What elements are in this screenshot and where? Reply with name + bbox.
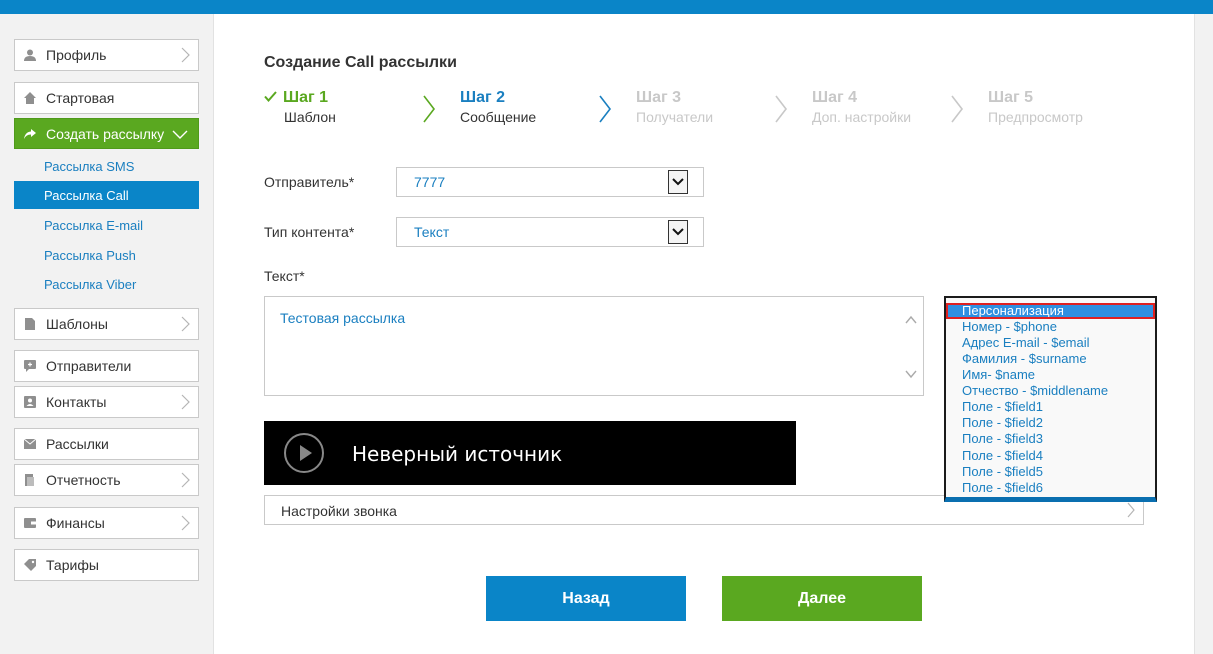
- personalization-option[interactable]: Поле - $field6: [946, 480, 1155, 496]
- document-icon: [23, 317, 37, 331]
- personalization-option[interactable]: Фамилия - $surname: [946, 351, 1155, 367]
- sender-icon: [23, 359, 37, 373]
- personalization-option[interactable]: Поле - $field4: [946, 448, 1155, 464]
- sidebar-item-label: Рассылки: [46, 436, 109, 452]
- sender-select[interactable]: 7777: [396, 167, 704, 197]
- step-subtitle: Предпросмотр: [988, 109, 1083, 125]
- sidebar-item-label: Шаблоны: [46, 316, 108, 332]
- step-arrow-icon: [775, 95, 788, 123]
- step-title: Шаг 2: [460, 89, 505, 106]
- home-icon: [23, 91, 37, 105]
- call-settings-label: Настройки звонка: [281, 503, 397, 519]
- step-arrow-icon: [599, 95, 612, 123]
- content-type-value: Текст: [414, 224, 450, 240]
- text-label: Текст*: [264, 268, 305, 284]
- sidebar-item-finance[interactable]: Финансы: [14, 507, 199, 539]
- step-3: Шаг 3 Получатели: [636, 89, 713, 125]
- chevron-down-icon[interactable]: [668, 220, 688, 244]
- step-title: Шаг 5: [988, 89, 1033, 106]
- sidebar-item-create-mailing[interactable]: Создать рассылку: [14, 118, 199, 149]
- step-1: Шаг 1 Шаблон: [264, 89, 336, 125]
- step-5: Шаг 5 Предпросмотр: [988, 89, 1083, 125]
- chevron-right-icon: [181, 47, 190, 63]
- sidebar-item-label: Отчетность: [46, 472, 121, 488]
- sidebar-item-profile[interactable]: Профиль: [14, 39, 199, 71]
- personalization-option[interactable]: Адрес E-mail - $email: [946, 335, 1155, 351]
- submenu-item-email[interactable]: Рассылка E-mail: [14, 211, 199, 239]
- sidebar-item-mailings[interactable]: Рассылки: [14, 428, 199, 460]
- audio-player: Неверный источник: [264, 421, 796, 485]
- step-subtitle: Доп. настройки: [812, 109, 912, 125]
- chevron-down-icon[interactable]: [668, 170, 688, 194]
- step-subtitle: Получатели: [636, 109, 714, 125]
- sidebar-item-label: Профиль: [46, 47, 107, 63]
- personalization-option[interactable]: Поле - $field5: [946, 464, 1155, 480]
- player-error-text: Неверный источник: [352, 442, 563, 466]
- submenu-item-push[interactable]: Рассылка Push: [14, 241, 199, 269]
- chevron-right-icon: [181, 515, 190, 531]
- report-icon: [23, 473, 37, 487]
- message-text: Тестовая рассылка: [280, 310, 406, 326]
- chevron-right-icon: [181, 472, 190, 488]
- content-type-select[interactable]: Текст: [396, 217, 704, 247]
- sidebar-item-label: Контакты: [46, 394, 107, 410]
- sidebar-item-contacts[interactable]: Контакты: [14, 386, 199, 418]
- personalization-option[interactable]: Номер - $phone: [946, 319, 1155, 335]
- sidebar-item-senders[interactable]: Отправители: [14, 350, 199, 382]
- chevron-right-icon: [181, 394, 190, 410]
- step-title: Шаг 1: [283, 89, 328, 106]
- personalization-option[interactable]: Поле - $field2: [946, 415, 1155, 431]
- step-arrow-icon: [423, 95, 436, 123]
- tag-icon: [23, 558, 37, 572]
- sidebar-item-label: Стартовая: [46, 90, 115, 106]
- back-button[interactable]: Назад: [486, 576, 686, 621]
- sender-label: Отправитель*: [264, 174, 355, 190]
- share-icon: [23, 127, 37, 141]
- sidebar-item-templates[interactable]: Шаблоны: [14, 308, 199, 340]
- step-subtitle: Сообщение: [460, 109, 537, 125]
- sidebar-item-home[interactable]: Стартовая: [14, 82, 199, 114]
- submenu-item-viber[interactable]: Рассылка Viber: [14, 270, 199, 298]
- chevron-down-icon: [172, 130, 188, 139]
- personalization-option[interactable]: Поле - $field1: [946, 399, 1155, 415]
- personalization-option[interactable]: Поле - $field3: [946, 431, 1155, 447]
- personalization-option[interactable]: Имя- $name: [946, 367, 1155, 383]
- sender-value: 7777: [414, 174, 446, 190]
- contacts-icon: [23, 395, 37, 409]
- submenu-create-mailing: Рассылка SMS Рассылка Call Рассылка E-ma…: [14, 151, 199, 302]
- step-2: Шаг 2 Сообщение: [460, 89, 536, 125]
- message-textarea[interactable]: Тестовая рассылка: [264, 296, 924, 396]
- sidebar-item-label: Отправители: [46, 358, 132, 374]
- mail-icon: [23, 437, 37, 451]
- personalization-option[interactable]: Персонализация: [946, 303, 1155, 319]
- user-icon: [23, 48, 37, 62]
- personalization-dropdown[interactable]: Персонализация Номер - $phone Адрес E-ma…: [944, 296, 1157, 502]
- top-bar: [0, 0, 1213, 14]
- chevron-right-icon: [181, 316, 190, 332]
- submenu-item-call[interactable]: Рассылка Call: [14, 181, 199, 209]
- sidebar-item-reports[interactable]: Отчетность: [14, 464, 199, 496]
- play-icon: [300, 445, 312, 461]
- step-title: Шаг 3: [636, 89, 681, 106]
- play-button[interactable]: [284, 433, 324, 473]
- page-title: Создание Call рассылки: [264, 54, 457, 71]
- personalization-option[interactable]: Отчество - $middlename: [946, 383, 1155, 399]
- chevron-right-icon: [1127, 502, 1135, 518]
- scroll-down-icon[interactable]: [905, 369, 917, 379]
- submenu-item-sms[interactable]: Рассылка SMS: [14, 152, 199, 180]
- check-icon: [264, 91, 277, 103]
- next-button[interactable]: Далее: [722, 576, 922, 621]
- step-arrow-icon: [951, 95, 964, 123]
- sidebar-item-label: Создать рассылку: [46, 125, 165, 142]
- wallet-icon: [23, 516, 37, 530]
- step-subtitle: Шаблон: [284, 109, 336, 125]
- content-type-label: Тип контента*: [264, 224, 355, 240]
- scroll-up-icon[interactable]: [905, 315, 917, 325]
- sidebar-item-tariffs[interactable]: Тарифы: [14, 549, 199, 581]
- sidebar-item-label: Тарифы: [46, 557, 99, 573]
- sidebar-item-label: Финансы: [46, 515, 105, 531]
- step-4: Шаг 4 Доп. настройки: [812, 89, 911, 125]
- step-title: Шаг 4: [812, 89, 857, 106]
